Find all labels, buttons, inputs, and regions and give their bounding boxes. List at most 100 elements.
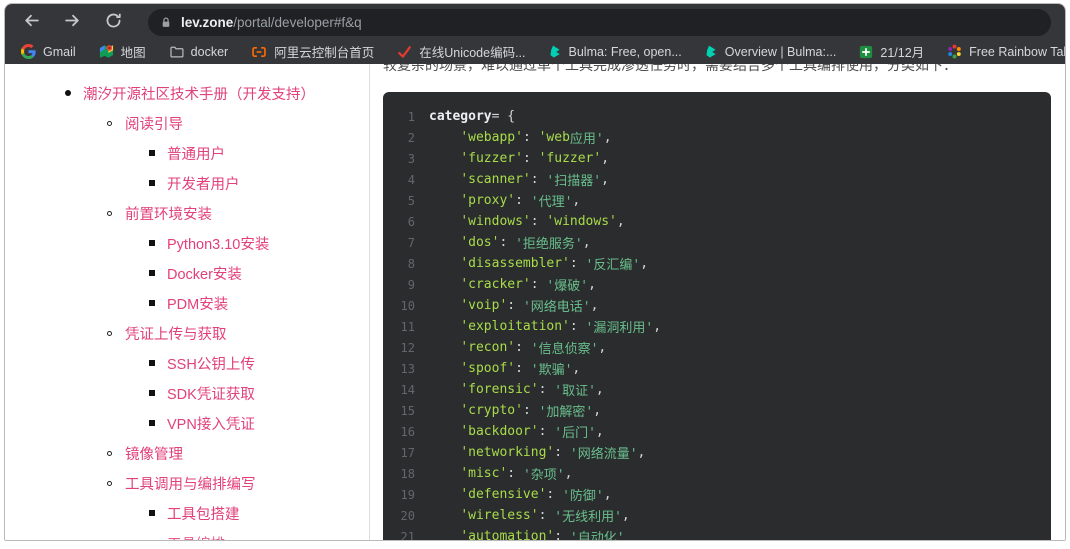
code-token: : <box>499 235 516 250</box>
google-maps-icon <box>99 44 114 59</box>
code-line: 12 'recon': '信息侦察', <box>383 337 1051 358</box>
code-line: 5 'proxy': '代理', <box>383 190 1051 211</box>
code-token: , <box>572 193 581 208</box>
back-button[interactable] <box>17 9 45 37</box>
sidebar-link-label: PDM安装 <box>167 296 229 313</box>
sidebar-item[interactable]: Python3.10安装 <box>5 228 369 258</box>
sidebar-item[interactable]: SDK凭证获取 <box>5 378 369 408</box>
code-token: 'voip' <box>460 298 508 313</box>
bookmark-item[interactable]: docker <box>169 45 228 59</box>
code-token: : <box>515 340 531 355</box>
code-token: 'forensic' <box>460 382 539 397</box>
line-number: 1 <box>407 109 415 124</box>
code-token: '爆破' <box>546 279 589 294</box>
address-bar[interactable]: lev.zone/portal/developer#f&q <box>148 9 1051 36</box>
code-line: 17 'networking': '网络流量', <box>383 442 1051 463</box>
sidebar-item[interactable]: VPN接入凭证 <box>5 408 369 438</box>
sidebar-item[interactable]: 工具编排 <box>5 528 369 541</box>
sidebar-item[interactable]: 工具包搭建 <box>5 498 369 528</box>
bookmark-item[interactable]: 地图 <box>99 42 146 61</box>
sidebar-link-label: SDK凭证获取 <box>167 386 255 403</box>
bookmark-label: 21/12月 <box>880 46 925 60</box>
code-token: '信息侦察' <box>530 342 599 357</box>
sidebar-item[interactable]: 镜像管理 <box>5 438 369 468</box>
line-number: 8 <box>407 256 415 271</box>
sidebar-item[interactable]: 工具调用与编排编写 <box>5 468 369 498</box>
code-token: : <box>507 466 523 481</box>
reload-button[interactable] <box>99 9 127 37</box>
sidebar-link-label: Python3.10安装 <box>167 236 270 253</box>
sidebar-item[interactable]: 潮汐开源社区技术手册（开发支持） <box>5 78 369 108</box>
line-number: 3 <box>407 151 415 166</box>
square-marker <box>149 300 167 306</box>
rainbow-icon <box>947 44 962 59</box>
code-line: 11 'exploitation': '漏洞利用', <box>383 316 1051 337</box>
code-token: : <box>546 487 563 502</box>
bookmark-item[interactable]: Free Rainbow Tabl... <box>947 44 1065 59</box>
sidebar-link-label: 阅读引导 <box>125 116 183 133</box>
code-token: 'spoof' <box>460 361 516 376</box>
bookmark-item[interactable]: Overview | Bulma:... <box>705 44 836 59</box>
docs-sidebar: 潮汐开源社区技术手册（开发支持） 阅读引导普通用户 开发者用户 前置环境安装 Pytho… <box>5 64 370 540</box>
sidebar-item[interactable]: PDM安装 <box>5 288 369 318</box>
bookmark-label: 阿里云控制台首页 <box>274 46 375 60</box>
sidebar-item[interactable]: 前置环境安装 <box>5 198 369 228</box>
bookmark-item[interactable]: 阿里云控制台首页 <box>251 42 374 61</box>
code-token: '取证' <box>554 384 596 399</box>
main-content: 较复杂的场景，难以通过单个工具完成渗透任务时，需要结合多个工具编排使用，分类如下… <box>370 64 1065 540</box>
square-marker <box>149 270 167 276</box>
code-token: '扫描器' <box>546 174 602 189</box>
code-token: 'proxy' <box>460 193 516 208</box>
code-token: '后门' <box>554 426 596 441</box>
bookmark-item[interactable]: Gmail <box>21 44 76 59</box>
code-line: 9 'cracker': '爆破', <box>383 274 1051 295</box>
green-calendar-icon <box>859 45 873 59</box>
line-number: 16 <box>400 424 415 439</box>
square-marker <box>149 390 167 396</box>
sidebar-item[interactable]: 普通用户 <box>5 138 369 168</box>
code-token: 应用' <box>569 132 604 147</box>
code-token: 'disassembler' <box>460 256 570 271</box>
sidebar-item[interactable]: Docker安装 <box>5 258 369 288</box>
code-token: 'wireless' <box>460 508 539 523</box>
line-number: 12 <box>400 340 415 355</box>
code-line: 14 'forensic': '取证', <box>383 379 1051 400</box>
sidebar-item[interactable]: SSH公钥上传 <box>5 348 369 378</box>
bookmark-item[interactable]: Bulma: Free, open... <box>549 44 682 59</box>
code-token: 'networking' <box>460 445 555 460</box>
square-marker <box>149 420 167 426</box>
bookmark-item[interactable]: 在线Unicode编码... <box>397 42 526 61</box>
code-token: 'windows' <box>546 214 617 229</box>
code-line: 16 'backdoor': '后门', <box>383 421 1051 442</box>
code-token: , <box>588 277 596 292</box>
red-check-icon <box>397 45 412 59</box>
code-token: 'recon' <box>460 340 516 355</box>
lock-icon[interactable] <box>160 16 172 29</box>
line-number: 6 <box>407 214 415 229</box>
sidebar-item[interactable]: 凭证上传与获取 <box>5 318 369 348</box>
code-line: 19 'defensive': '防御', <box>383 484 1051 505</box>
code-token: 'exploitation' <box>460 319 570 334</box>
code-token: : <box>522 151 539 166</box>
code-token: , <box>603 487 612 502</box>
sidebar-item[interactable]: 开发者用户 <box>5 168 369 198</box>
line-number: 7 <box>407 235 415 250</box>
line-number: 13 <box>400 361 415 376</box>
code-token: '无线利用' <box>554 510 622 525</box>
code-line: 3 'fuzzer': 'fuzzer', <box>383 148 1051 169</box>
sidebar-item[interactable]: 阅读引导 <box>5 108 369 138</box>
square-marker <box>149 150 167 156</box>
browser-window: lev.zone/portal/developer#f&q Gmail 地图 doc… <box>4 3 1066 541</box>
sidebar-link-label: 工具编排 <box>167 533 225 541</box>
line-number: 10 <box>400 298 415 313</box>
code-token: , <box>637 445 646 460</box>
bookmark-item[interactable]: 21/12月 <box>859 42 924 61</box>
forward-button[interactable] <box>58 9 86 37</box>
